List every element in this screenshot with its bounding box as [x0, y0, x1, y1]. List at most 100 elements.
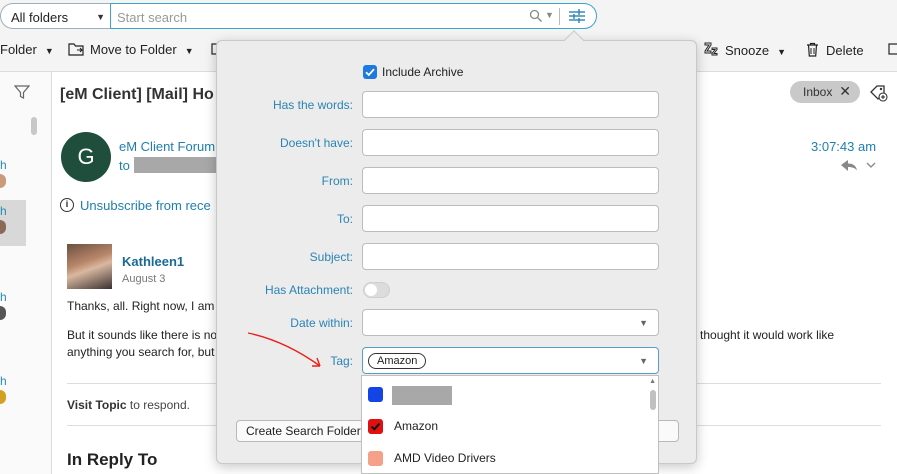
avatar: [67, 244, 112, 289]
list-item[interactable]: AMD Video Drivers: [362, 442, 647, 474]
add-tag-icon[interactable]: [868, 82, 888, 102]
from-field[interactable]: [362, 167, 659, 194]
close-icon[interactable]: ✕: [839, 83, 851, 100]
list-item[interactable]: h: [0, 370, 26, 410]
checkmark-icon: [370, 422, 381, 431]
tag-chip[interactable]: Amazon: [368, 353, 427, 369]
redacted-tag-name: [392, 386, 452, 405]
chevron-down-icon: ▼: [184, 46, 194, 56]
archive-icon: [888, 43, 897, 55]
list-item-sender: h: [0, 374, 7, 388]
filter-icon[interactable]: [14, 84, 30, 100]
visit-topic-text: Visit Topic to respond.: [67, 398, 190, 412]
list-item[interactable]: h: [0, 286, 26, 326]
folder-select-label: All folders: [11, 10, 69, 25]
list-item[interactable]: h: [0, 154, 26, 194]
message-list-scrollbar[interactable]: [31, 117, 37, 135]
body-text: Thanks, all. Right now, I am: [67, 299, 215, 313]
unsubscribe-link[interactable]: Unsubscribe from rece: [80, 198, 211, 213]
folder-badge[interactable]: Inbox ✕: [790, 81, 860, 103]
subject-field[interactable]: [362, 243, 659, 270]
include-archive-label[interactable]: Include Archive: [382, 65, 463, 79]
search-divider: [559, 8, 560, 25]
has-attachment-toggle[interactable]: [363, 282, 390, 298]
date-within-label: Date within:: [290, 316, 353, 330]
redacted-recipient: [134, 157, 218, 173]
avatar: [0, 306, 6, 320]
avatar: [0, 390, 6, 404]
visit-topic-suffix: to respond.: [126, 398, 190, 412]
to-label: to: [119, 158, 130, 173]
list-item-sender: h: [0, 158, 7, 172]
doesnt-have-field[interactable]: [362, 129, 659, 156]
chevron-down-icon: ▼: [44, 46, 54, 56]
tag-color-swatch: [368, 419, 383, 434]
delete-button[interactable]: Delete: [806, 42, 864, 58]
doesnt-have-label: Doesn't have:: [279, 136, 353, 150]
search-bar: All folders ▼ Start search ▼: [0, 0, 897, 36]
include-archive-checkbox[interactable]: [363, 65, 377, 79]
tag-label: Tag:: [330, 354, 353, 368]
tag-color-swatch: [368, 451, 383, 466]
sender-name[interactable]: eM Client Forum: [119, 139, 215, 154]
folder-button-label: Folder: [0, 42, 37, 57]
tag-color-swatch: [368, 387, 383, 402]
info-icon: i: [60, 198, 74, 212]
folder-select[interactable]: All folders ▼: [0, 3, 111, 29]
avatar: G: [61, 132, 111, 182]
reply-icon[interactable]: [838, 157, 878, 175]
to-field[interactable]: [362, 205, 659, 232]
tag-name: AMD Video Drivers: [394, 451, 496, 465]
move-folder-icon: [68, 43, 84, 56]
move-to-folder-label: Move to Folder: [90, 42, 177, 57]
body-text: anything you search for, but: [67, 345, 215, 359]
search-icon[interactable]: [529, 9, 543, 23]
body-text: But it sounds like there is no: [67, 328, 218, 342]
tag-name: Amazon: [394, 419, 439, 433]
search-placeholder: Start search: [117, 10, 188, 25]
chevron-down-icon: ▼: [639, 318, 648, 328]
has-words-label: Has the words:: [272, 98, 353, 112]
list-item-sender: h: [0, 290, 7, 304]
trash-icon: [807, 42, 818, 57]
date-within-select[interactable]: ▼: [362, 309, 659, 336]
message-list: h h h h: [0, 72, 52, 474]
avatar: [0, 174, 6, 188]
folder-button[interactable]: Folder ▼: [0, 42, 54, 57]
chevron-down-icon: ▼: [777, 47, 787, 57]
message-subject: [eM Client] [Mail] Ho: [60, 86, 214, 103]
list-item[interactable]: [362, 378, 647, 410]
advanced-search-icon[interactable]: [566, 7, 588, 25]
chevron-down-icon: ▼: [96, 12, 105, 22]
search-input[interactable]: Start search ▼: [110, 3, 597, 29]
subject-label: Subject:: [309, 250, 353, 264]
chevron-down-icon: ▼: [639, 356, 648, 366]
to-field-label: To:: [336, 212, 353, 226]
post-date: August 3: [122, 273, 166, 285]
search-options-chevron-icon[interactable]: ▼: [545, 10, 554, 20]
from-label: From:: [321, 174, 353, 188]
move-to-folder-button[interactable]: Move to Folder ▼: [68, 42, 194, 57]
folder-badge-label: Inbox: [803, 85, 833, 99]
toggle-knob: [365, 284, 377, 296]
has-attachment-label: Has Attachment:: [264, 283, 353, 297]
message-time: 3:07:43 am: [811, 139, 877, 154]
tag-list-scrollbar[interactable]: [650, 390, 656, 410]
poster-name[interactable]: Kathleen1: [122, 254, 184, 269]
avatar: [0, 220, 6, 234]
list-item[interactable]: Amazon: [362, 410, 647, 442]
tag-select[interactable]: Amazon ▼: [362, 347, 659, 374]
overflow-toolbar-icon[interactable]: [888, 42, 897, 57]
snooze-button[interactable]: Snooze ▼: [702, 42, 786, 58]
checkmark-icon: [365, 68, 375, 77]
list-item-sender: h: [0, 204, 7, 218]
delete-label: Delete: [826, 43, 864, 58]
has-words-field[interactable]: [362, 91, 659, 118]
list-item[interactable]: h: [0, 200, 26, 246]
tag-dropdown-list: Amazon AMD Video Drivers ▲: [361, 375, 659, 474]
visit-topic-link[interactable]: Visit Topic: [67, 398, 127, 412]
create-search-folder-button[interactable]: Create Search Folder: [236, 420, 364, 442]
snooze-icon: [704, 42, 718, 56]
scroll-up-icon[interactable]: ▲: [649, 378, 656, 385]
in-reply-to-heading: In Reply To: [67, 450, 158, 469]
